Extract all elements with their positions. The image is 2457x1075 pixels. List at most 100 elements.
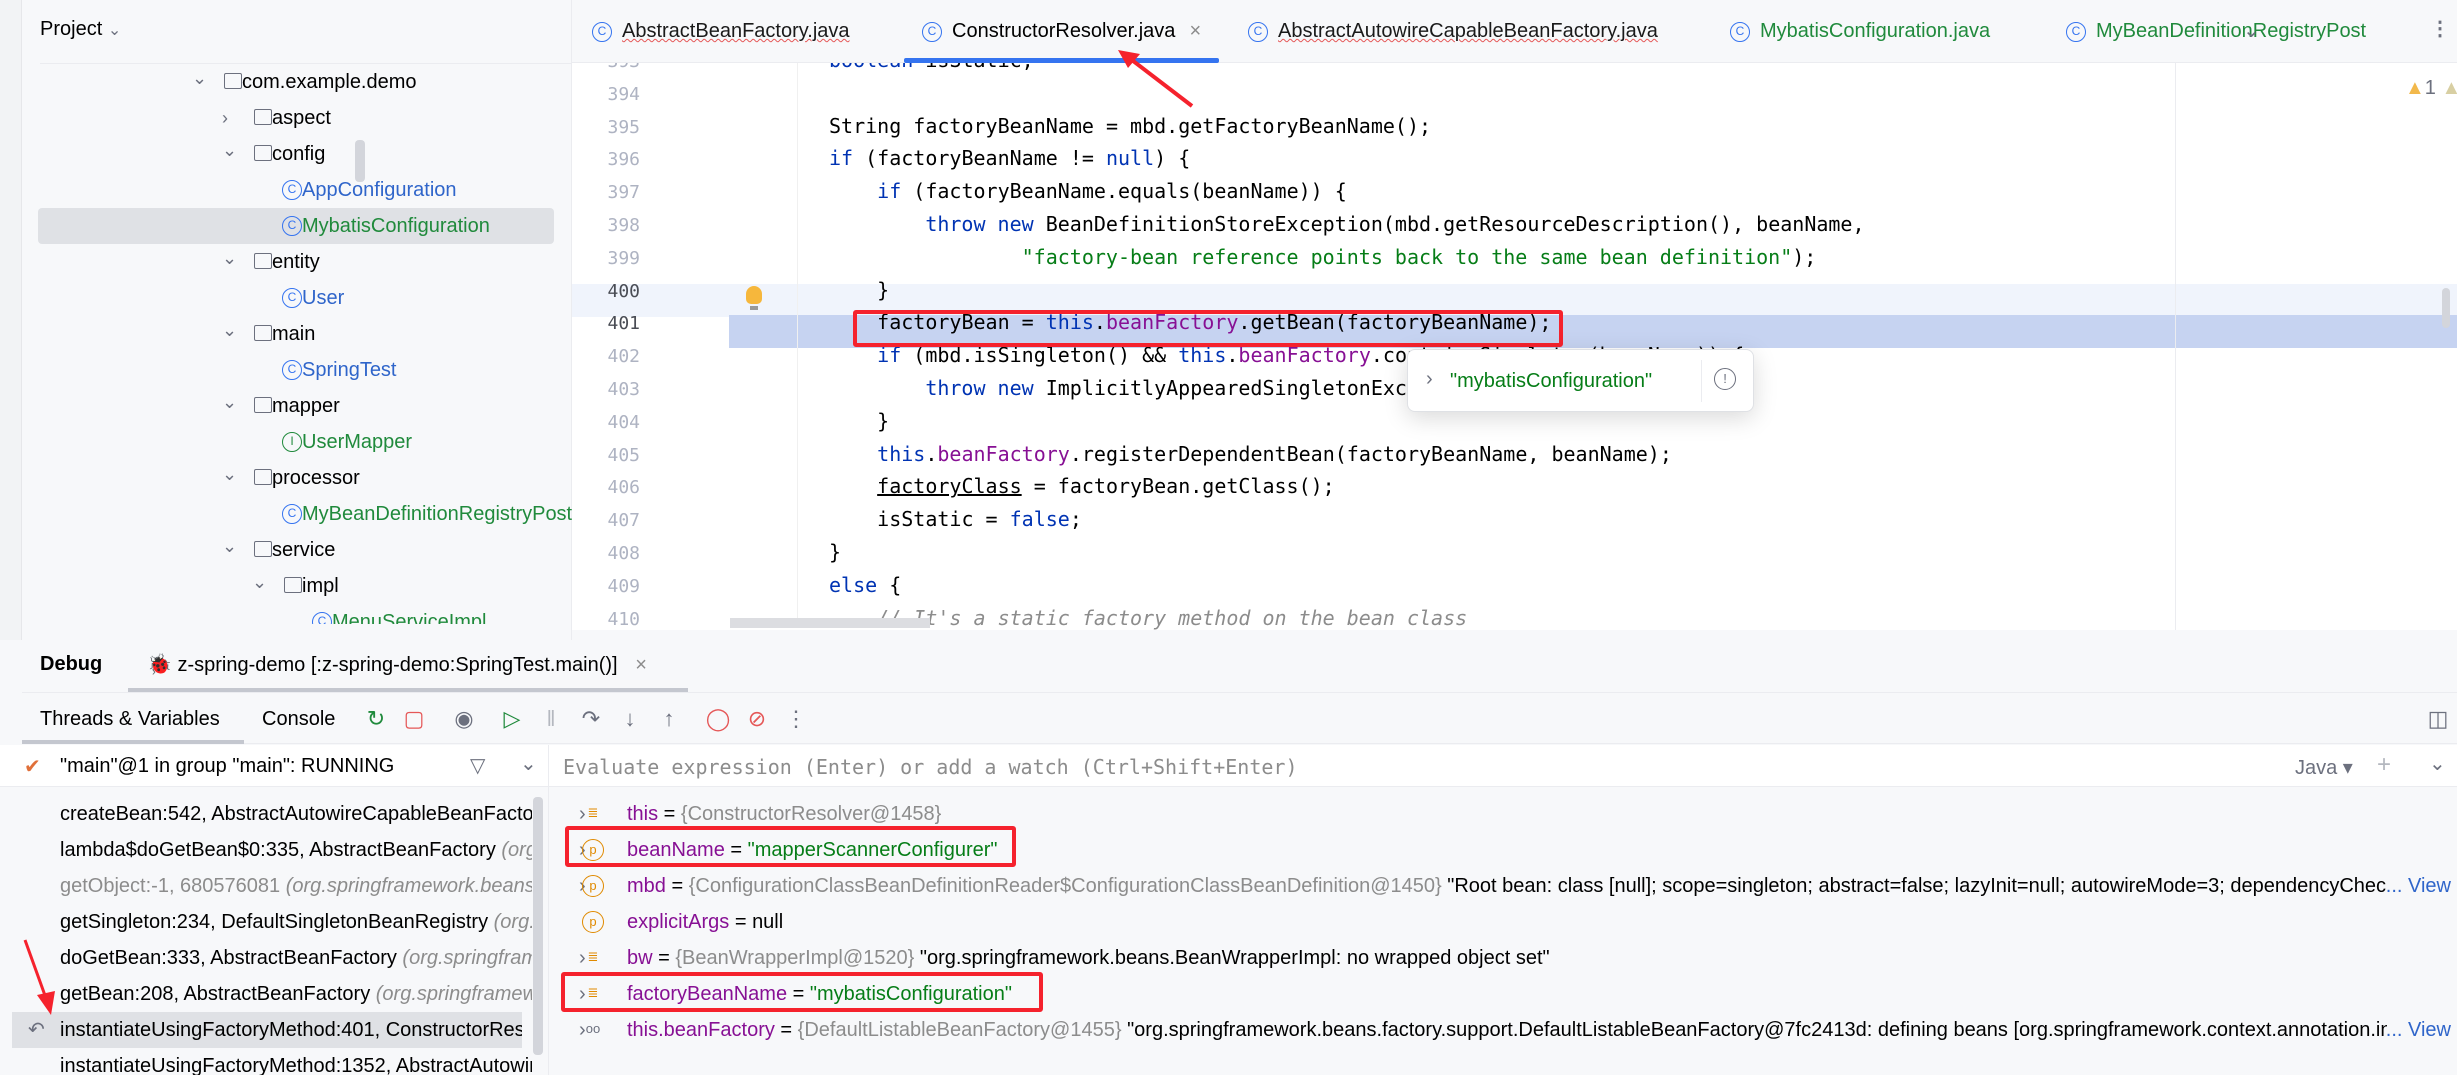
stop-icon[interactable]: ▢ <box>400 704 428 734</box>
annotation-box-current-line <box>853 310 1563 347</box>
view-link[interactable]: ... View <box>2386 1012 2451 1048</box>
tree-item[interactable]: ⌄ processor <box>22 460 572 496</box>
code-token: "factory-bean reference points back to t… <box>1021 244 1793 269</box>
horizontal-scrollbar[interactable] <box>730 618 930 628</box>
value-tooltip: › "mybatisConfiguration" ! <box>1407 349 1754 412</box>
code-editor[interactable]: 393boolean isStatic;394395String factory… <box>572 63 2457 630</box>
expand-chevron-icon[interactable]: › <box>1426 368 1433 391</box>
code-line: throw new BeanDefinitionStoreException(m… <box>925 212 1864 236</box>
stack-frame[interactable]: getObject:-1, 680576081 (org.springframe… <box>22 868 532 904</box>
variable-row[interactable]: › p mbd = {ConfigurationClassBeanDefinitio… <box>549 868 2457 904</box>
step-out-icon[interactable]: ↑ <box>655 704 683 734</box>
package-icon <box>254 109 272 125</box>
layout-icon[interactable]: ◫ <box>2424 704 2452 734</box>
resume-icon[interactable]: ▷ <box>498 704 526 734</box>
code-line: } <box>877 409 889 433</box>
chevron-right-icon[interactable]: › <box>222 100 228 136</box>
code-token: (factoryBeanName != <box>853 146 1106 171</box>
rerun-icon[interactable]: ↻ <box>362 704 390 734</box>
stack-frame[interactable]: doGetBean:333, AbstractBeanFactory (org.… <box>22 940 532 976</box>
tree-item[interactable]: C AppConfiguration <box>22 172 572 208</box>
language-selector[interactable]: Java ▾ <box>2295 755 2353 780</box>
debug-session-tab[interactable]: 🐞 z-spring-demo [:z-spring-demo:SpringTe… <box>147 640 647 693</box>
code-line: "factory-bean reference points back to t… <box>1022 245 1817 269</box>
stack-frame[interactable]: getSingleton:234, DefaultSingletonBeanRe… <box>22 904 532 940</box>
tree-item-label: main <box>272 323 316 345</box>
package-icon <box>284 577 302 593</box>
tree-scrollbar[interactable] <box>355 140 365 182</box>
tree-item[interactable]: › aspect <box>22 100 572 136</box>
tree-item[interactable]: ⌄ impl <box>22 568 572 604</box>
stack-frame[interactable]: ↶ instantiateUsingFactoryMethod:401, Cons… <box>12 1012 522 1048</box>
annotation-box-beanName <box>565 826 1016 867</box>
chevron-down-icon[interactable]: ⌄ <box>222 312 237 348</box>
line-number: 399 <box>607 247 640 269</box>
tab-threads-variables[interactable]: Threads & Variables <box>40 708 220 731</box>
chevron-down-icon[interactable]: ⌄ <box>222 132 237 168</box>
tree-item[interactable]: ⌄ config <box>22 136 572 172</box>
code-token: boolean <box>829 63 913 72</box>
tree-item[interactable]: C MenuServiceImpl <box>22 604 572 624</box>
tree-item[interactable]: CMyBeanDefinitionRegistryPostProcessor <box>22 496 572 532</box>
tree-item[interactable]: ⌄ mapper <box>22 388 572 424</box>
package-icon <box>254 145 272 161</box>
chevron-down-icon[interactable]: ⌄ <box>222 240 237 276</box>
chevron-down-icon[interactable]: ⌄ <box>222 456 237 492</box>
chevron-down-icon[interactable]: ⌄ <box>520 751 537 776</box>
editor-scrollbar[interactable] <box>2442 288 2450 328</box>
tree-item[interactable]: ⌄ main <box>22 316 572 352</box>
tab-abstractbeanfactory-java[interactable]: C AbstractBeanFactory.java <box>592 0 850 63</box>
tree-item[interactable]: ⌄ service <box>22 532 572 568</box>
code-token: isStatic = <box>877 507 1010 532</box>
line-number: 395 <box>607 116 640 138</box>
tree-item[interactable]: I UserMapper <box>22 424 572 460</box>
close-icon[interactable]: × <box>1189 20 1201 42</box>
project-title[interactable]: Project ⌄ <box>40 18 121 41</box>
variable-row[interactable]: › ≣ bw = {BeanWrapperImpl@1520} "org.sprin… <box>549 940 2457 976</box>
line-number: 405 <box>607 444 640 466</box>
code-line: // It's a static factory method on the b… <box>877 606 1467 630</box>
variable-row[interactable]: › oo this.beanFactory = {DefaultListableBe… <box>549 1012 2457 1048</box>
tree-item[interactable]: C User <box>22 280 572 316</box>
more-icon[interactable]: ⋮ <box>2430 16 2450 41</box>
code-line: this.beanFactory.registerDependentBean(f… <box>877 442 1672 466</box>
chevron-down-icon[interactable]: ⌄ <box>192 64 207 96</box>
line-number: 400 <box>607 280 640 302</box>
chevron-down-icon[interactable]: ⌄ <box>222 384 237 420</box>
tab-abstractautowirecapablebeanfactory-java[interactable]: C AbstractAutowireCapableBeanFactory.java <box>1248 0 1658 63</box>
add-watch-icon[interactable]: + <box>2377 751 2391 779</box>
tree-item[interactable]: C MybatisConfiguration <box>38 208 554 244</box>
breakpoints-icon[interactable]: ◯ <box>704 704 732 734</box>
filter-icon[interactable]: ▽ <box>470 753 485 778</box>
frames-scrollbar[interactable] <box>533 797 543 1055</box>
chevron-down-icon[interactable]: ⌄ <box>2429 751 2446 776</box>
mute-breakpoints-icon[interactable]: ⊘ <box>743 704 771 734</box>
tree-item-label: service <box>272 539 336 561</box>
variable-row[interactable]: p explicitArgs = null <box>549 904 2457 940</box>
stack-frame[interactable]: getBean:208, AbstractBeanFactory (org.sp… <box>22 976 532 1012</box>
stack-frame[interactable]: lambda$doGetBean$0:335, AbstractBeanFact… <box>22 832 532 868</box>
view-link[interactable]: ... View <box>2386 868 2451 904</box>
lightbulb-icon[interactable] <box>746 286 762 310</box>
step-into-icon[interactable]: ↓ <box>616 704 644 734</box>
chevron-down-icon[interactable]: ⌄ <box>252 564 267 600</box>
stack-frame[interactable]: createBean:542, AbstractAutowireCapableB… <box>22 796 532 832</box>
tab-console[interactable]: Console <box>262 708 335 731</box>
stack-frame[interactable]: instantiateUsingFactoryMethod:1352, Abst… <box>22 1048 532 1075</box>
tab-mybatisconfiguration-java[interactable]: C MybatisConfiguration.java <box>1730 0 1990 63</box>
tree-item[interactable]: C SpringTest <box>22 352 572 388</box>
chevron-down-icon[interactable]: ⌄ <box>222 528 237 564</box>
pause-icon[interactable]: ‖ <box>537 704 565 734</box>
tab-mybeandefinitionregistrypostprocessor-java[interactable]: CMyBeanDefinitionRegistryPostProcessor.j… <box>2066 0 2366 63</box>
tree-item[interactable]: ⌄ entity <box>22 244 572 280</box>
info-icon[interactable]: ! <box>1714 368 1736 390</box>
evaluate-expression-input[interactable]: Evaluate expression (Enter) or add a wat… <box>549 745 2457 787</box>
tree-item[interactable]: ⌄ com.example.demo <box>22 64 572 100</box>
inspection-widget[interactable]: ▲1 ▲1 ✓5 ˄ ˅ <box>2405 75 2457 100</box>
more-icon[interactable]: ⋮ <box>782 704 810 734</box>
thread-selector[interactable]: ✔ "main"@1 in group "main": RUNNING ▽ ⌄ <box>0 745 548 787</box>
view-breakpoints-icon[interactable]: ◉ <box>450 704 478 734</box>
tabs-dropdown-chevron-icon[interactable]: ⌄ <box>2243 18 2260 43</box>
close-icon[interactable]: × <box>635 654 647 676</box>
step-over-icon[interactable]: ↷ <box>577 704 605 734</box>
